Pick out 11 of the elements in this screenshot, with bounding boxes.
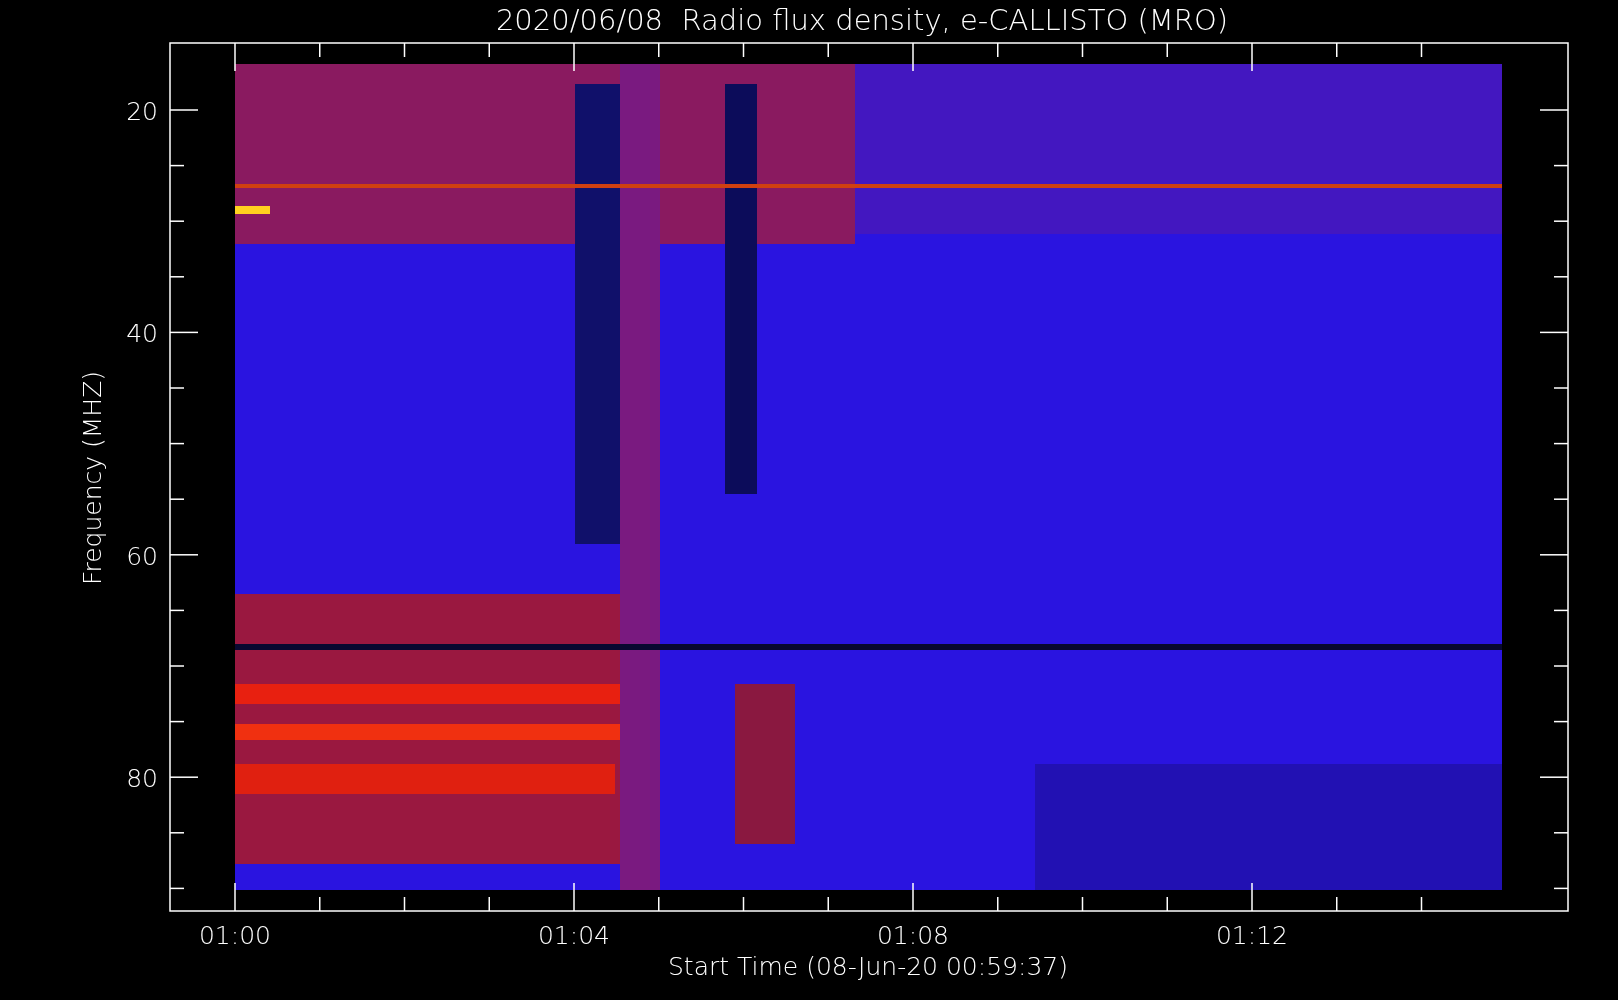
y-axis-label: Frequency (MHZ): [78, 370, 107, 586]
x-tick-label: 01:08: [877, 921, 949, 950]
y-tick-label: 80: [126, 764, 158, 794]
x-tick-label: 01:04: [538, 921, 610, 950]
y-tick-label: 20: [126, 97, 158, 126]
x-axis-label: Start Time (08-Jun-20 00:59:37): [668, 952, 1068, 981]
x-tick-label: 01:00: [199, 921, 271, 950]
y-tick-label: 60: [126, 541, 158, 571]
x-tick-label: 01:12: [1216, 921, 1288, 950]
chart-title: 2020/06/08 Radio flux density, e-CALLISTO (MRO): [495, 3, 1229, 37]
y-tick-label: 40: [126, 319, 158, 349]
